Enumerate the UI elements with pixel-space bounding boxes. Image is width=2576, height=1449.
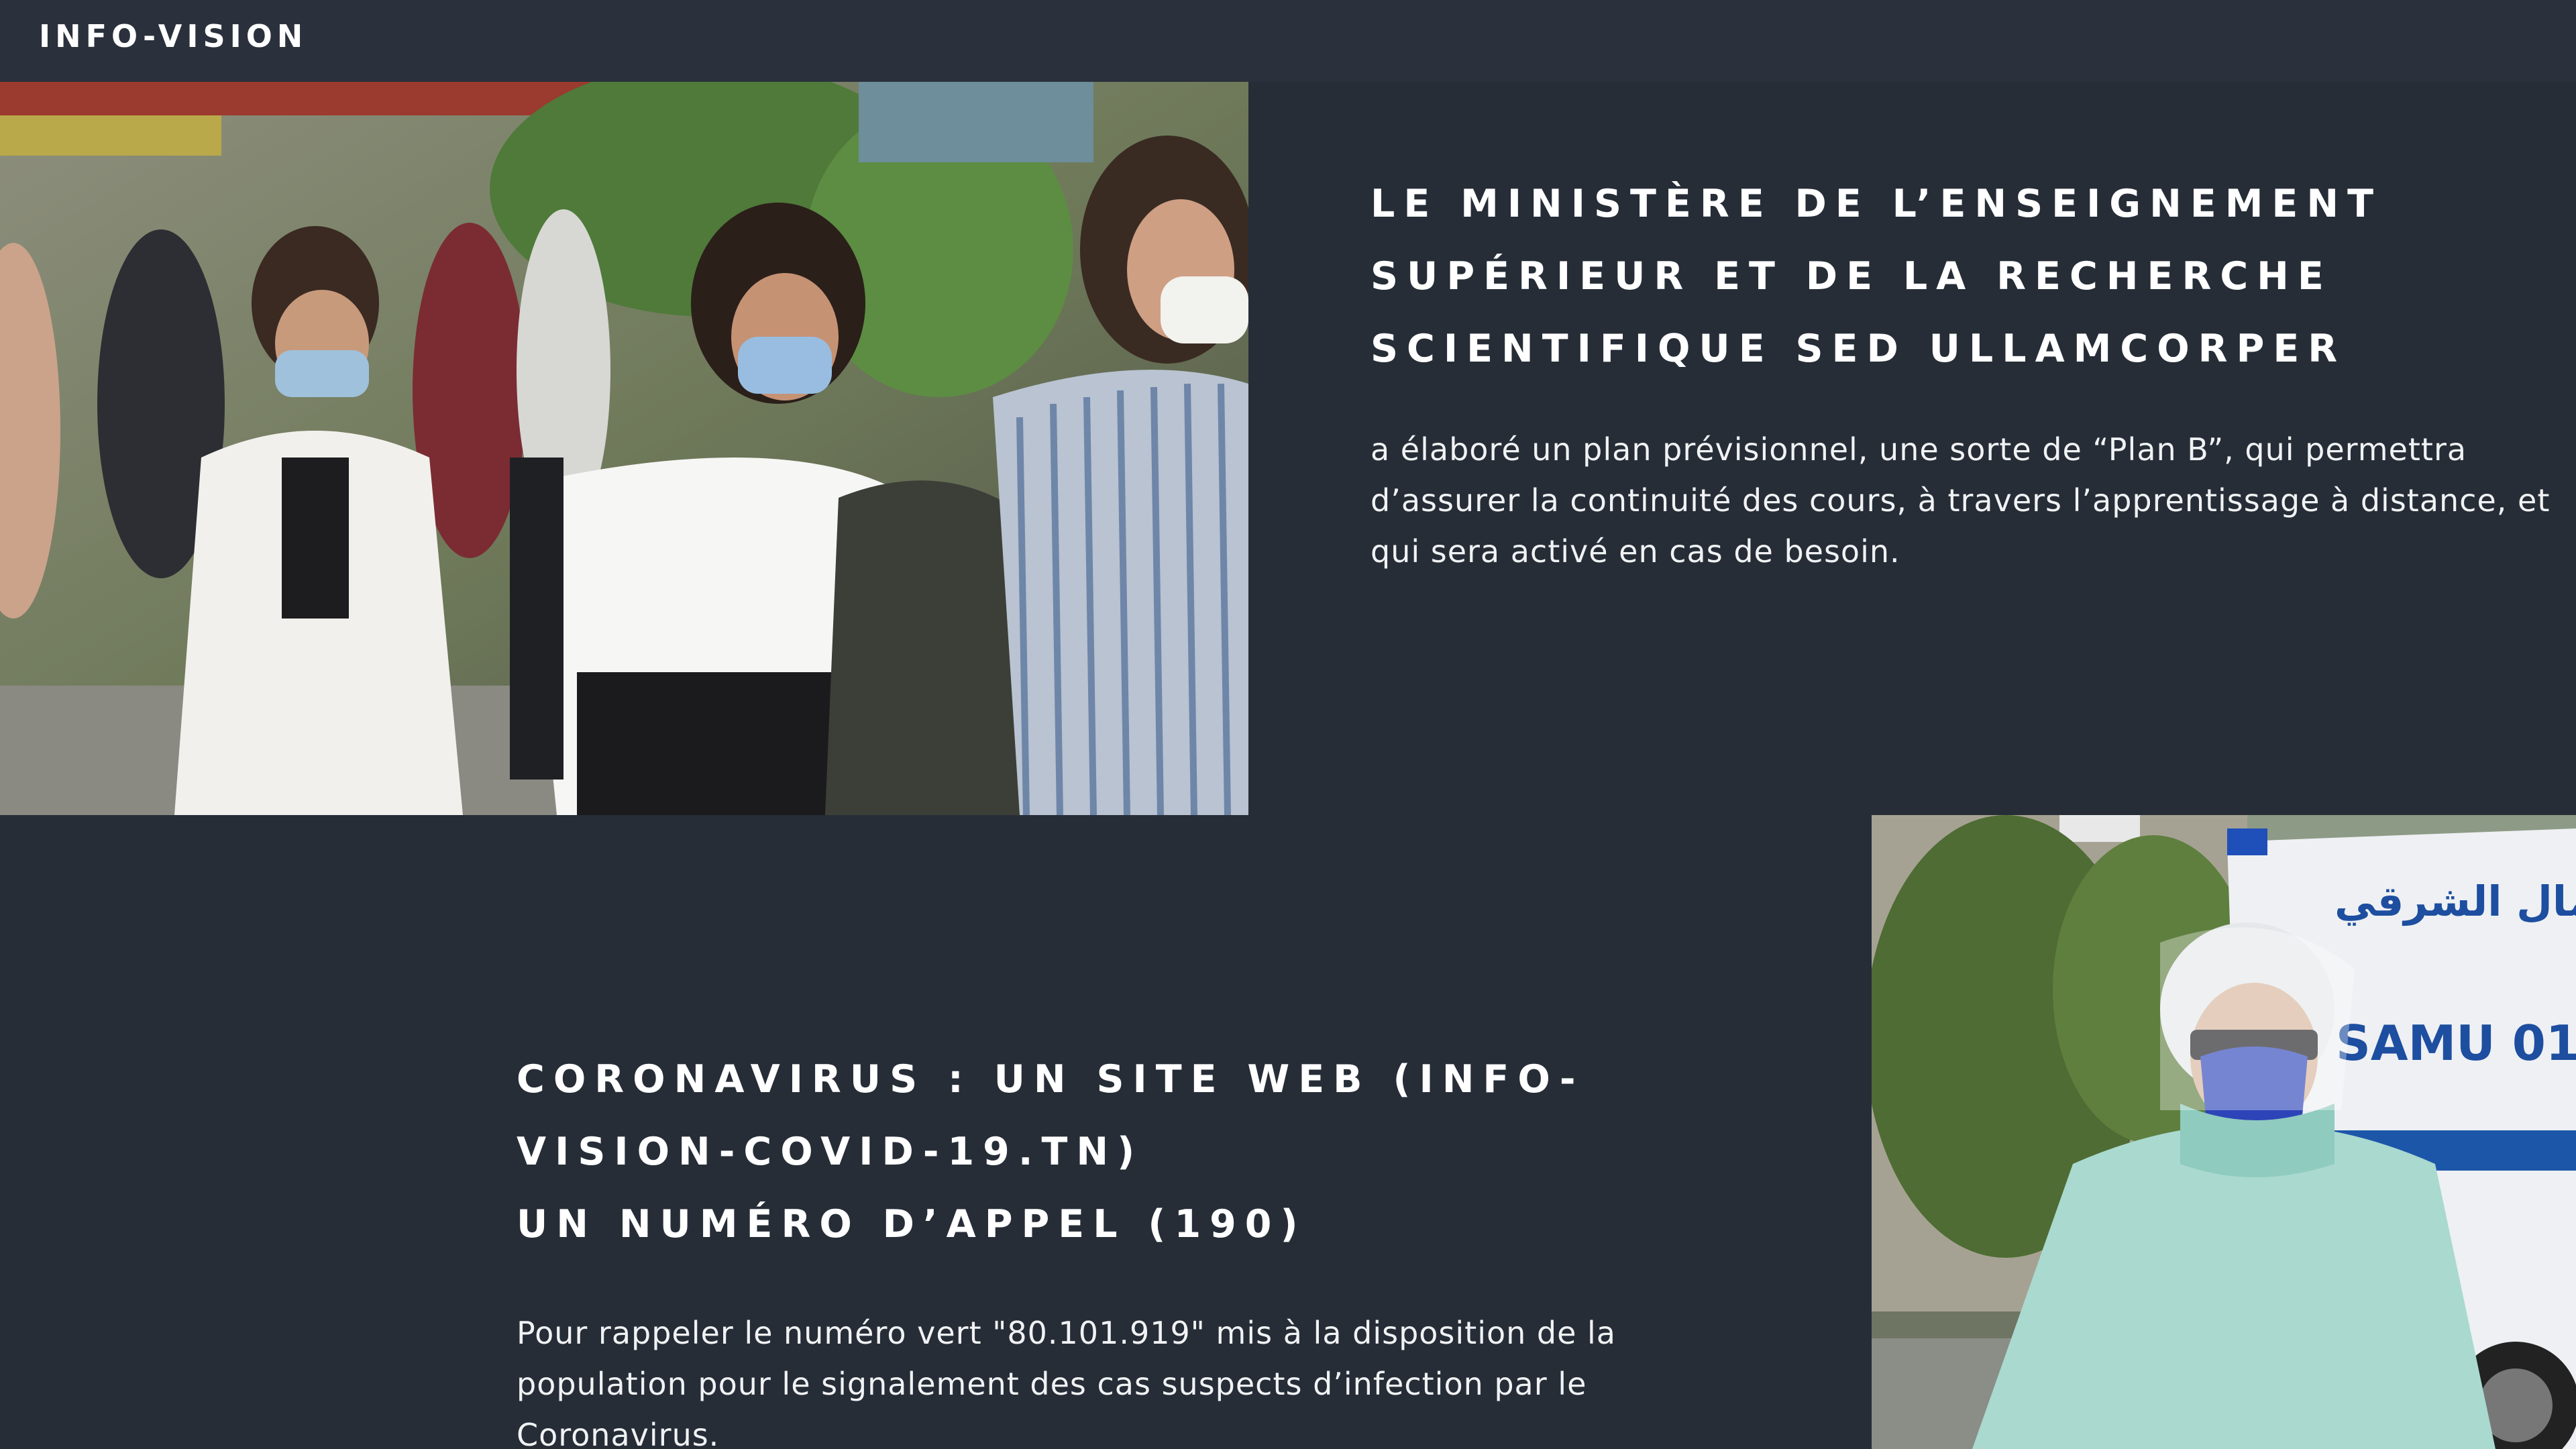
section-1-body: a élaboré un plan prévisionnel, une sort… [1371,424,2550,577]
section-1-body-line: qui sera activé en cas de besoin. [1371,533,1900,570]
section-2-heading-line: UN NUMÉRO D’APPEL (190) [517,1202,1307,1246]
article-section-2: CORONAVIRUS : UN SITE WEB (INFO- VISION-… [0,815,2576,1449]
article-section-1: LE MINISTÈRE DE L’ENSEIGNEMENT SUPÉRIEUR… [0,82,2576,815]
section-1-body-line: d’assurer la continuité des cours, à tra… [1371,482,2551,519]
students-photo [0,82,1248,815]
section-1-heading: LE MINISTÈRE DE L’ENSEIGNEMENT SUPÉRIEUR… [1371,168,2382,385]
section-2-heading-line: VISION-COVID-19.TN) [517,1130,1144,1174]
section-2-body-line: Coronavirus. [517,1417,720,1449]
section-2-heading-line: CORONAVIRUS : UN SITE WEB (INFO- [517,1057,1585,1102]
section-2-body-line: Pour rappeler le numéro vert "80.101.919… [517,1315,1616,1351]
section-2-body: Pour rappeler le numéro vert "80.101.919… [517,1307,1616,1449]
section-2-heading: CORONAVIRUS : UN SITE WEB (INFO- VISION-… [517,1043,1585,1260]
section-1-body-line: a élaboré un plan prévisionnel, une sort… [1371,431,2467,468]
section-2-body-line: population pour le signalement des cas s… [517,1366,1587,1402]
paramedic-photo-graphic: بالشمال الشرقي SAMU 01 [1872,815,2576,1449]
ambulance-arabic-text: بالشمال الشرقي [2334,877,2576,926]
top-navbar: INFO-VISION [0,0,2576,82]
section-1-heading-line: SCIENTIFIQUE SED ULLAMCORPER [1371,327,2347,371]
section-1-heading-line: LE MINISTÈRE DE L’ENSEIGNEMENT [1371,182,2382,226]
paramedic-photo: بالشمال الشرقي SAMU 01 [1872,815,2576,1449]
students-photo-graphic [0,82,1248,815]
ambulance-label-text: SAMU 01 [2336,1015,2576,1071]
site-logo-text[interactable]: INFO-VISION [39,17,307,55]
section-1-heading-line: SUPÉRIEUR ET DE LA RECHERCHE [1371,254,2332,299]
